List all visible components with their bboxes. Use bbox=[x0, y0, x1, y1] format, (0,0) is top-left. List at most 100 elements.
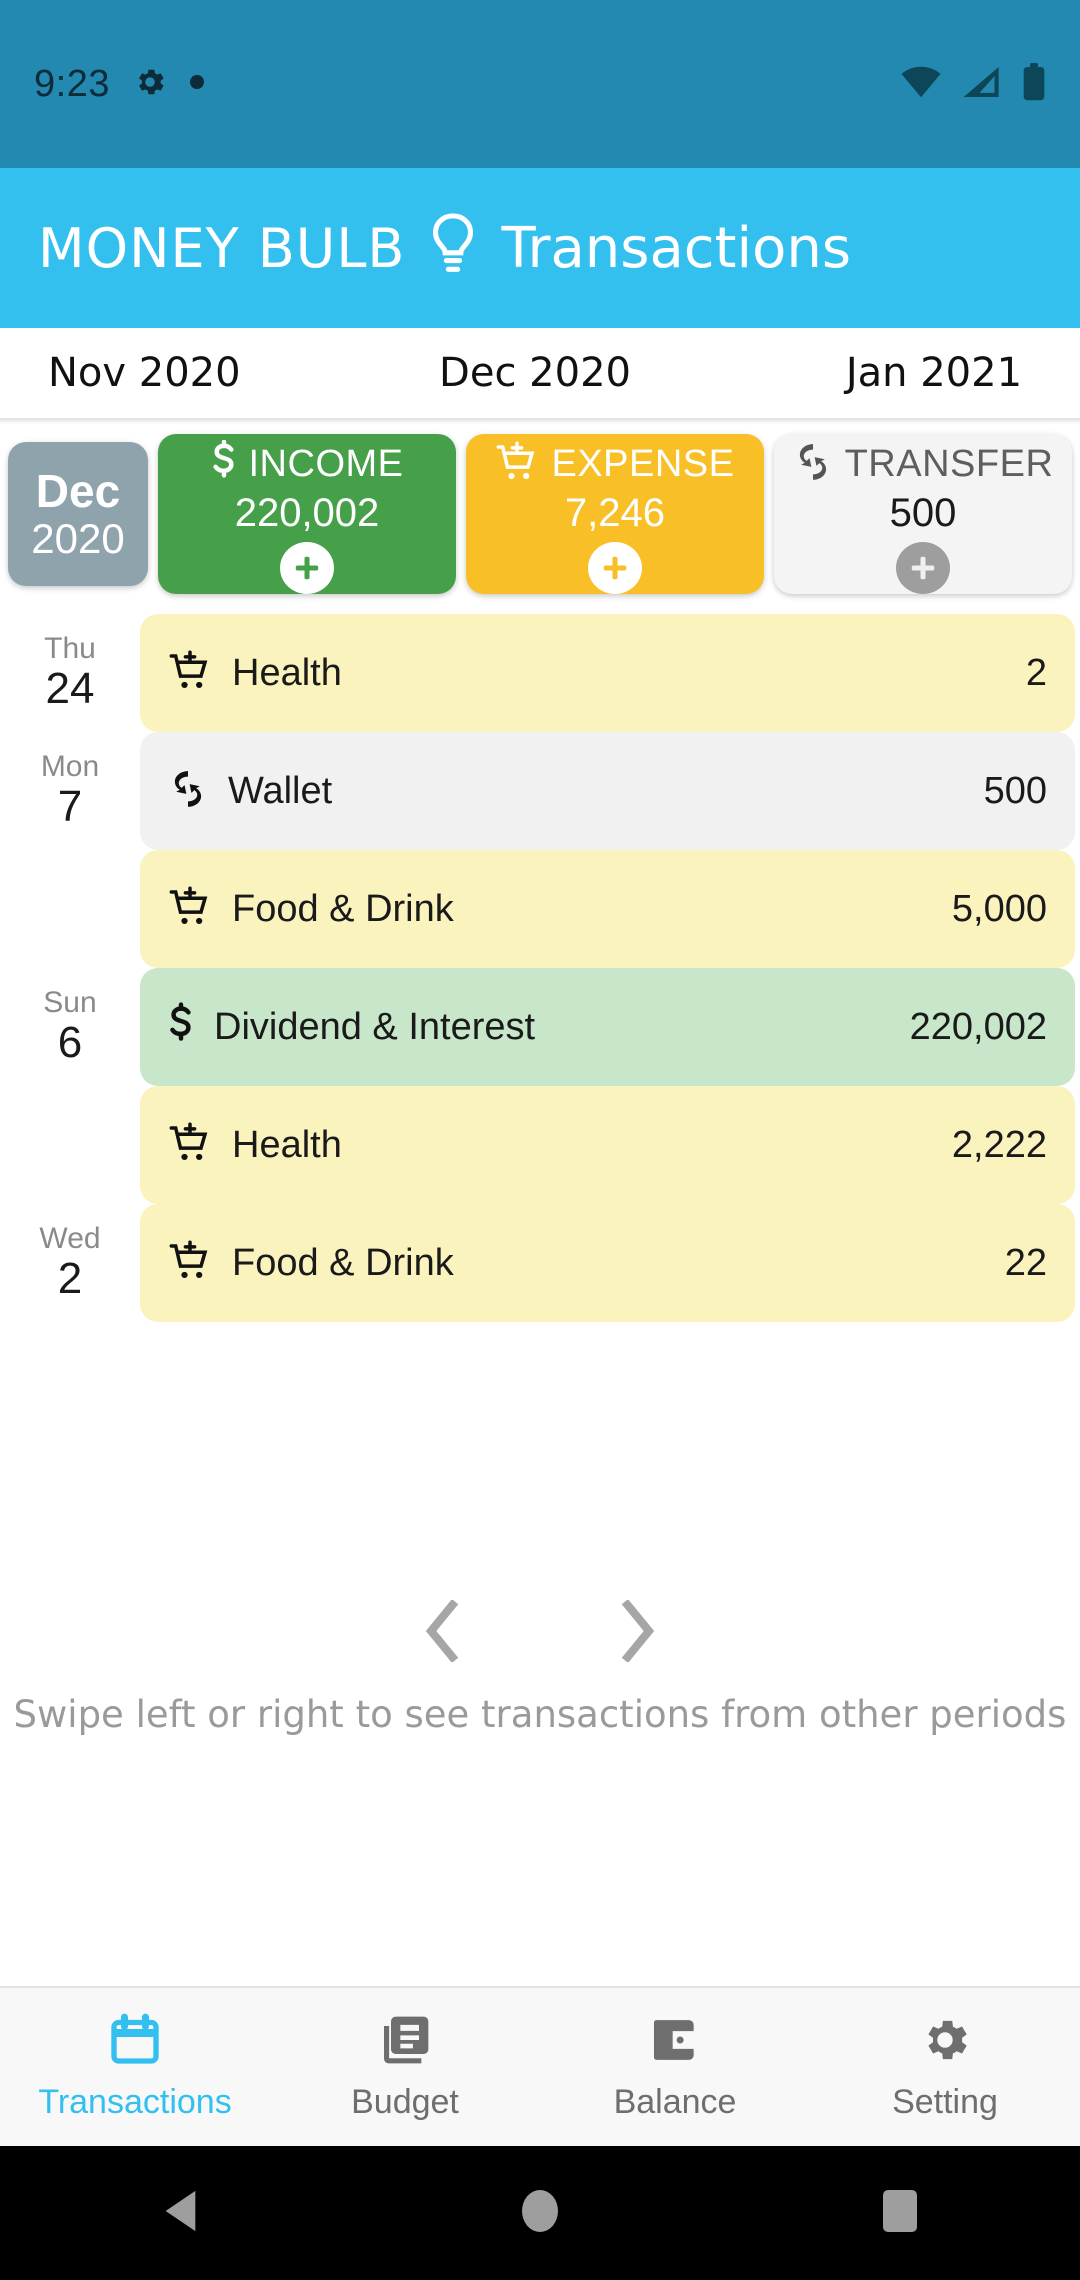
chevron-right-icon[interactable] bbox=[615, 1599, 659, 1667]
row-day: 2 bbox=[57, 1254, 83, 1304]
back-triangle-icon bbox=[160, 2188, 200, 2239]
bottom-navigation: Transactions Budget Balance Setting bbox=[0, 1986, 1080, 2146]
expense-card-amount: 7,246 bbox=[564, 491, 666, 535]
period-chip[interactable]: Dec 2020 bbox=[8, 442, 148, 586]
add-expense-button[interactable] bbox=[588, 542, 642, 594]
table-row[interactable]: Mon 7 Wallet 500 bbox=[0, 732, 1080, 850]
cart-plus-icon bbox=[168, 885, 212, 934]
transaction-amount: 2,222 bbox=[951, 1123, 1047, 1166]
row-date: Wed 2 bbox=[0, 1204, 140, 1322]
chevron-left-icon[interactable] bbox=[421, 1599, 465, 1667]
table-row[interactable]: Wed 2 Food & Drink 22 bbox=[0, 1204, 1080, 1322]
row-weekday: Sun bbox=[43, 986, 97, 1020]
month-tab-prev[interactable]: Nov 2020 bbox=[0, 350, 373, 396]
calendar-icon bbox=[107, 2012, 163, 2073]
transaction-item[interactable]: Dividend & Interest 220,002 bbox=[140, 968, 1075, 1086]
signal-icon bbox=[962, 65, 1002, 104]
app-root: 9:23 MONEY BULB Transactions Nov 2020 De… bbox=[0, 0, 1080, 2280]
add-income-button[interactable] bbox=[280, 542, 334, 594]
expense-card-label: EXPENSE bbox=[551, 443, 735, 485]
row-day: 7 bbox=[57, 782, 83, 832]
transaction-item[interactable]: Food & Drink 5,000 bbox=[140, 850, 1075, 968]
tab-setting-label: Setting bbox=[892, 2083, 998, 2121]
transaction-category: Health bbox=[232, 651, 342, 694]
wallet-icon bbox=[647, 2012, 703, 2073]
tab-transactions-label: Transactions bbox=[38, 2083, 232, 2121]
income-card-label: INCOME bbox=[248, 443, 404, 485]
battery-icon bbox=[1022, 62, 1046, 106]
tab-budget[interactable]: Budget bbox=[270, 2012, 540, 2122]
transfer-card-label: TRANSFER bbox=[844, 443, 1054, 485]
transaction-category: Food & Drink bbox=[232, 887, 454, 930]
transaction-item[interactable]: Food & Drink 22 bbox=[140, 1204, 1075, 1322]
month-strip[interactable]: Nov 2020 Dec 2020 Jan 2021 bbox=[0, 328, 1080, 418]
transfer-card-head: TRANSFER bbox=[793, 440, 1054, 489]
transfer-card-amount: 500 bbox=[889, 491, 957, 535]
period-month: Dec bbox=[35, 464, 121, 517]
swipe-chevrons bbox=[421, 1599, 659, 1667]
table-row[interactable]: Food & Drink 5,000 bbox=[0, 850, 1080, 968]
transaction-item[interactable]: Health 2 bbox=[140, 614, 1075, 732]
tab-setting[interactable]: Setting bbox=[810, 2012, 1080, 2122]
income-card[interactable]: INCOME 220,002 bbox=[158, 434, 456, 594]
wifi-icon bbox=[900, 65, 942, 104]
transaction-item[interactable]: Health 2,222 bbox=[140, 1086, 1075, 1204]
cart-plus-icon bbox=[168, 1121, 212, 1170]
transaction-amount: 22 bbox=[1004, 1241, 1047, 1284]
status-bar-left: 9:23 bbox=[34, 63, 204, 106]
tab-balance-label: Balance bbox=[613, 2083, 737, 2121]
row-weekday: Thu bbox=[44, 632, 96, 666]
dollar-icon bbox=[211, 439, 237, 489]
table-row[interactable]: Sun 6 Dividend & Interest 220,002 bbox=[0, 968, 1080, 1086]
page-title: Transactions bbox=[501, 215, 852, 281]
row-day: 24 bbox=[45, 664, 95, 714]
table-row[interactable]: Health 2,222 bbox=[0, 1086, 1080, 1204]
transaction-category: Dividend & Interest bbox=[214, 1005, 536, 1048]
row-date: Sun 6 bbox=[0, 968, 140, 1086]
cart-plus-icon bbox=[168, 649, 212, 698]
cart-plus-icon bbox=[495, 440, 539, 489]
recents-square-icon bbox=[881, 2188, 919, 2239]
transaction-amount: 220,002 bbox=[909, 1005, 1047, 1048]
transfer-card[interactable]: TRANSFER 500 bbox=[774, 434, 1072, 594]
status-clock: 9:23 bbox=[34, 62, 110, 105]
expense-card-head: EXPENSE bbox=[495, 440, 734, 489]
period-year: 2020 bbox=[31, 515, 125, 563]
row-date: Mon 7 bbox=[0, 732, 140, 850]
status-bar: 9:23 bbox=[0, 0, 1080, 168]
android-navigation-bar bbox=[0, 2146, 1080, 2280]
gear-icon bbox=[917, 2012, 973, 2073]
lightbulb-icon bbox=[427, 211, 479, 286]
gear-icon bbox=[132, 64, 168, 105]
tab-transactions[interactable]: Transactions bbox=[0, 2012, 270, 2122]
transaction-category: Wallet bbox=[228, 769, 333, 812]
recents-button[interactable] bbox=[720, 2188, 1080, 2239]
swipe-hint-text: Swipe left or right to see transactions … bbox=[13, 1693, 1067, 1736]
transaction-item[interactable]: Wallet 500 bbox=[140, 732, 1075, 850]
document-icon bbox=[377, 2012, 433, 2073]
add-transfer-button[interactable] bbox=[896, 542, 950, 594]
transaction-amount: 500 bbox=[983, 769, 1047, 812]
cart-plus-icon bbox=[168, 1239, 212, 1288]
status-bar-right bbox=[900, 62, 1046, 106]
app-brand: MONEY BULB bbox=[38, 216, 406, 280]
income-card-amount: 220,002 bbox=[234, 491, 380, 535]
home-button[interactable] bbox=[360, 2187, 720, 2240]
row-date bbox=[0, 1086, 140, 1204]
row-day: 6 bbox=[57, 1018, 83, 1068]
table-row[interactable]: Thu 24 Health 2 bbox=[0, 614, 1080, 732]
month-tab-next[interactable]: Jan 2021 bbox=[697, 350, 1080, 396]
dot-icon bbox=[189, 74, 204, 94]
income-card-head: INCOME bbox=[211, 439, 404, 489]
expense-card[interactable]: EXPENSE 7,246 bbox=[466, 434, 764, 594]
row-weekday: Mon bbox=[40, 750, 100, 784]
tab-balance[interactable]: Balance bbox=[540, 2012, 810, 2122]
transaction-category: Food & Drink bbox=[232, 1241, 454, 1284]
swipe-hint: Swipe left or right to see transactions … bbox=[0, 1599, 1080, 1736]
row-date bbox=[0, 850, 140, 968]
back-button[interactable] bbox=[0, 2188, 360, 2239]
tab-budget-label: Budget bbox=[351, 2083, 459, 2121]
summary-cards: Dec 2020 INCOME 220,002 EXPENSE 7,246 TR… bbox=[0, 424, 1080, 604]
transaction-amount: 2 bbox=[1025, 651, 1047, 694]
month-tab-current[interactable]: Dec 2020 bbox=[373, 350, 698, 396]
